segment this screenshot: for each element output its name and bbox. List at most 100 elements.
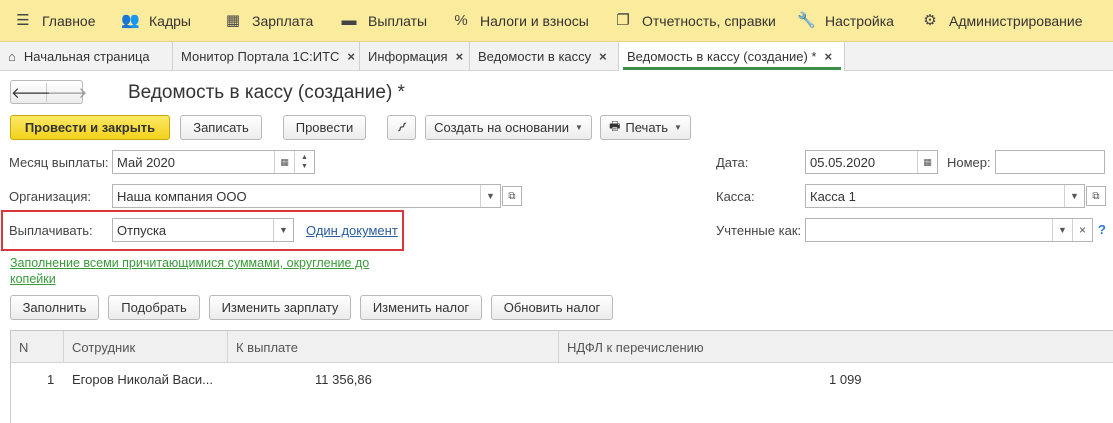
cash-value: Касса 1: [810, 188, 856, 204]
row-number: 1: [47, 371, 55, 387]
tab-its-monitor[interactable]: Монитор Портала 1С:ИТС ×: [173, 42, 360, 71]
counted-as-label: Учтенные как:: [716, 223, 802, 238]
dropdown-arrow-icon: ▼: [574, 123, 583, 132]
menu-item-staff[interactable]: 👥 Кадры: [121, 0, 191, 42]
close-icon[interactable]: ×: [825, 49, 833, 64]
home-icon: ⌂: [8, 49, 16, 64]
close-icon[interactable]: ×: [456, 49, 464, 64]
number-label: Номер:: [947, 155, 991, 170]
menu-item-main[interactable]: ☰ Главное: [14, 0, 96, 42]
save-button[interactable]: Записать: [180, 115, 262, 140]
number-field[interactable]: [995, 150, 1105, 174]
menu-item-settings[interactable]: 🔧 Настройка: [797, 0, 894, 42]
wrench-icon: 🔧: [797, 12, 816, 29]
column-header-ndfl[interactable]: НДФЛ к перечислению: [559, 331, 1113, 363]
main-menu: ☰ Главное 👥 Кадры ▦ Зарплата ▬ Выплаты % Нало…: [0, 0, 1113, 42]
pay-type-value: Отпуска: [117, 222, 167, 238]
create-based-label: Создать на основании: [434, 120, 569, 135]
column-header-n[interactable]: N: [11, 331, 64, 363]
change-salary-button[interactable]: Изменить зарплату: [209, 295, 351, 320]
change-tax-button[interactable]: Изменить налог: [360, 295, 482, 320]
one-document-link[interactable]: Один документ: [306, 223, 398, 238]
fill-button[interactable]: Заполнить: [10, 295, 99, 320]
dropdown-arrow-icon[interactable]: ▼: [1064, 185, 1084, 207]
counted-as-field[interactable]: ▼ ×: [805, 218, 1093, 242]
active-tab-indicator: [623, 67, 841, 70]
month-label: Месяц выплаты:: [9, 155, 109, 170]
menu-label: Кадры: [149, 13, 191, 29]
fill-settings-link[interactable]: Заполнение всеми причитающимися суммами,…: [10, 255, 400, 287]
paperclip-icon: ⌇: [393, 119, 410, 136]
dropdown-arrow-icon: ▼: [674, 123, 682, 132]
open-icon[interactable]: ⧉: [1086, 186, 1106, 206]
menu-label: Налоги и взносы: [480, 13, 589, 29]
pay-type-field[interactable]: Отпуска ▼: [112, 218, 294, 242]
post-button[interactable]: Провести: [283, 115, 366, 140]
table-header: N Сотрудник К выплате НДФЛ к перечислени…: [11, 331, 1113, 363]
menu-item-payments[interactable]: ▬ Выплаты: [340, 0, 428, 42]
payroll-table: N Сотрудник К выплате НДФЛ к перечислени…: [10, 330, 1113, 423]
column-header-employee[interactable]: Сотрудник: [64, 331, 228, 363]
attach-button[interactable]: ⌇: [387, 115, 416, 140]
row-amount: 11 356,86: [315, 371, 372, 387]
spin-icon[interactable]: ▲ ▼: [294, 151, 314, 173]
date-field[interactable]: 05.05.2020 ▦: [805, 150, 938, 174]
menu-label: Выплаты: [368, 13, 428, 29]
cash-field[interactable]: Касса 1 ▼: [805, 184, 1085, 208]
people-icon: 👥: [121, 12, 140, 29]
menu-item-salary[interactable]: ▦ Зарплата: [224, 0, 313, 42]
calendar-icon[interactable]: ▦: [917, 151, 937, 173]
menu-label: Главное: [42, 13, 96, 29]
close-icon[interactable]: ×: [599, 49, 607, 64]
tab-label: Информация: [368, 49, 448, 64]
month-value: Май 2020: [117, 154, 175, 170]
reports-icon: ❐: [616, 12, 630, 29]
organization-field[interactable]: Наша компания ООО ▼: [112, 184, 501, 208]
row-employee: Егоров Николай Васи...: [72, 371, 213, 387]
forward-arrow-icon[interactable]: 🡒: [47, 83, 87, 102]
menu-label: Администрирование: [949, 13, 1083, 29]
print-button[interactable]: 🖶 Печать ▼: [600, 115, 691, 140]
menu-label: Отчетность, справки: [642, 13, 776, 29]
print-label: Печать: [625, 120, 668, 135]
tab-label: Ведомости в кассу: [478, 49, 592, 64]
tab-label: Монитор Портала 1С:ИТС: [181, 49, 340, 64]
organization-value: Наша компания ООО: [117, 188, 247, 204]
menu-item-reports[interactable]: ❐ Отчетность, справки: [614, 0, 776, 42]
dropdown-arrow-icon[interactable]: ▼: [480, 185, 500, 207]
tab-cash-sheets[interactable]: Ведомости в кассу ×: [470, 42, 619, 71]
tab-info[interactable]: Информация ×: [360, 42, 470, 71]
nav-group: 🡐 🡒: [10, 80, 87, 104]
post-and-close-button[interactable]: Провести и закрыть: [10, 115, 170, 140]
tab-bar: ⌂ Начальная страница Монитор Портала 1С:И…: [0, 42, 1113, 71]
printer-icon: 🖶: [609, 119, 621, 133]
page-title: Ведомость в кассу (создание) *: [128, 82, 405, 103]
clear-icon[interactable]: ×: [1072, 219, 1092, 241]
row-ndfl: 1 099: [829, 371, 862, 387]
dropdown-arrow-icon[interactable]: ▼: [1052, 219, 1072, 241]
month-field[interactable]: Май 2020 ▦ ▲ ▼: [112, 150, 315, 174]
pay-label: Выплачивать:: [9, 223, 93, 238]
create-based-on-button[interactable]: Создать на основании ▼: [425, 115, 592, 140]
hamburger-icon: ☰: [16, 12, 30, 29]
select-button[interactable]: Подобрать: [108, 295, 200, 320]
column-header-amount[interactable]: К выплате: [228, 331, 559, 363]
help-icon[interactable]: ?: [1098, 222, 1106, 237]
date-label: Дата:: [716, 155, 749, 170]
menu-item-admin[interactable]: ⚙ Администрирование: [921, 0, 1083, 42]
gear-icon: ⚙: [923, 12, 937, 29]
menu-label: Зарплата: [252, 13, 314, 29]
tab-home[interactable]: ⌂ Начальная страница: [0, 42, 173, 71]
organization-label: Организация:: [9, 189, 92, 204]
open-icon[interactable]: ⧉: [502, 186, 522, 206]
update-tax-button[interactable]: Обновить налог: [491, 295, 613, 320]
menu-item-taxes[interactable]: % Налоги и взносы: [452, 0, 589, 42]
close-icon[interactable]: ×: [347, 49, 355, 64]
percent-icon: %: [454, 12, 468, 29]
dropdown-arrow-icon[interactable]: ▼: [273, 219, 293, 241]
cash-label: Касса:: [716, 189, 755, 204]
calculator-icon: ▦: [225, 12, 241, 29]
date-value: 05.05.2020: [810, 154, 876, 170]
calendar-icon[interactable]: ▦: [274, 151, 294, 173]
back-arrow-icon[interactable]: 🡐: [11, 82, 51, 102]
